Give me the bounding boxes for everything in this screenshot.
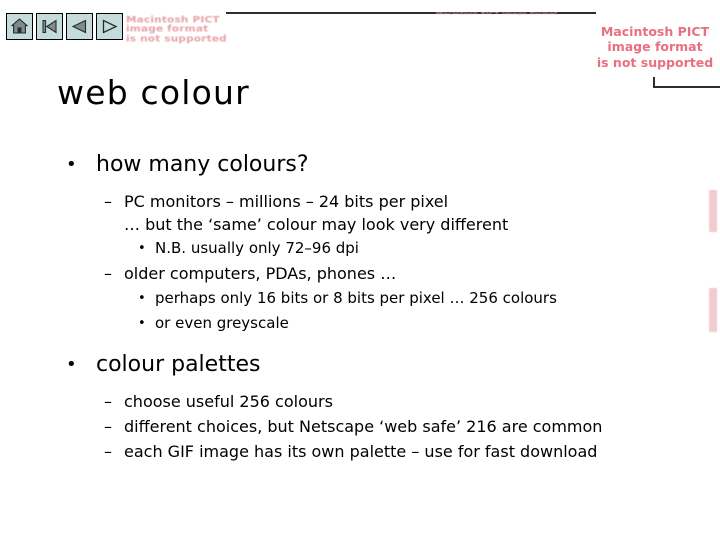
slide-content: • how many colours? – PC monitors – mill… bbox=[0, 150, 720, 464]
bullet-marker: • bbox=[66, 154, 77, 175]
bullet-level2: – older computers, PDAs, phones … bbox=[0, 261, 720, 286]
pict-placeholder-rule-bottom bbox=[653, 86, 720, 88]
bullet-text: … but the ‘same’ colour may look very di… bbox=[124, 215, 509, 234]
page-title: web colour bbox=[57, 73, 250, 112]
bullet-level2: – choose useful 256 colours bbox=[0, 389, 720, 414]
next-slide-button[interactable] bbox=[96, 13, 123, 40]
skip-previous-icon bbox=[40, 17, 59, 36]
bullet-marker: – bbox=[104, 442, 112, 461]
bullet-marker: – bbox=[104, 417, 112, 436]
bullet-level1: • how many colours? bbox=[0, 150, 720, 180]
bullet-marker: – bbox=[104, 192, 112, 211]
bullet-marker: • bbox=[66, 354, 77, 375]
bullet-level3: • perhaps only 16 bits or 8 bits per pix… bbox=[0, 286, 720, 311]
bullet-level3: • N.B. usually only 72–96 dpi bbox=[0, 236, 720, 261]
bullet-level2-continuation: … but the ‘same’ colour may look very di… bbox=[0, 214, 720, 236]
home-button[interactable] bbox=[6, 13, 33, 40]
bullet-text: colour palettes bbox=[96, 352, 261, 377]
pict-placeholder-ghost-left: Macintosh PICT image format is not suppo… bbox=[126, 15, 227, 44]
slide-navigation-bar bbox=[6, 13, 123, 40]
bullet-text: choose useful 256 colours bbox=[124, 392, 333, 411]
bullet-level2: – different choices, but Netscape ‘web s… bbox=[0, 414, 720, 439]
bullet-marker: • bbox=[138, 241, 146, 256]
bullet-level2: – each GIF image has its own palette – u… bbox=[0, 439, 720, 464]
bullet-text: how many colours? bbox=[96, 152, 309, 177]
home-icon bbox=[10, 17, 29, 36]
previous-slide-button[interactable] bbox=[66, 13, 93, 40]
bullet-marker: – bbox=[104, 392, 112, 411]
bullet-text: PC monitors – millions – 24 bits per pix… bbox=[124, 192, 449, 211]
bullet-marker: – bbox=[104, 264, 112, 283]
pict-format-not-supported-notice: Macintosh PICT image format is not suppo… bbox=[596, 24, 714, 70]
bullet-text: different choices, but Netscape ‘web saf… bbox=[124, 417, 603, 436]
first-slide-button[interactable] bbox=[36, 13, 63, 40]
bullet-level2: – PC monitors – millions – 24 bits per p… bbox=[0, 189, 720, 214]
bullet-marker: • bbox=[138, 316, 146, 331]
pict-placeholder-ghost-top: Macintosh PICT image format bbox=[436, 11, 558, 16]
bullet-text: older computers, PDAs, phones … bbox=[124, 264, 397, 283]
bullet-marker: • bbox=[138, 291, 146, 306]
triangle-left-icon bbox=[70, 17, 89, 36]
bullet-text: or even greyscale bbox=[155, 314, 289, 332]
bullet-text: perhaps only 16 bits or 8 bits per pixel… bbox=[155, 289, 557, 307]
bullet-level3: • or even greyscale bbox=[0, 311, 720, 336]
bullet-text: N.B. usually only 72–96 dpi bbox=[155, 239, 359, 257]
bullet-text: each GIF image has its own palette – use… bbox=[124, 442, 598, 461]
triangle-right-icon bbox=[100, 17, 119, 36]
bullet-level1: • colour palettes bbox=[0, 350, 720, 380]
